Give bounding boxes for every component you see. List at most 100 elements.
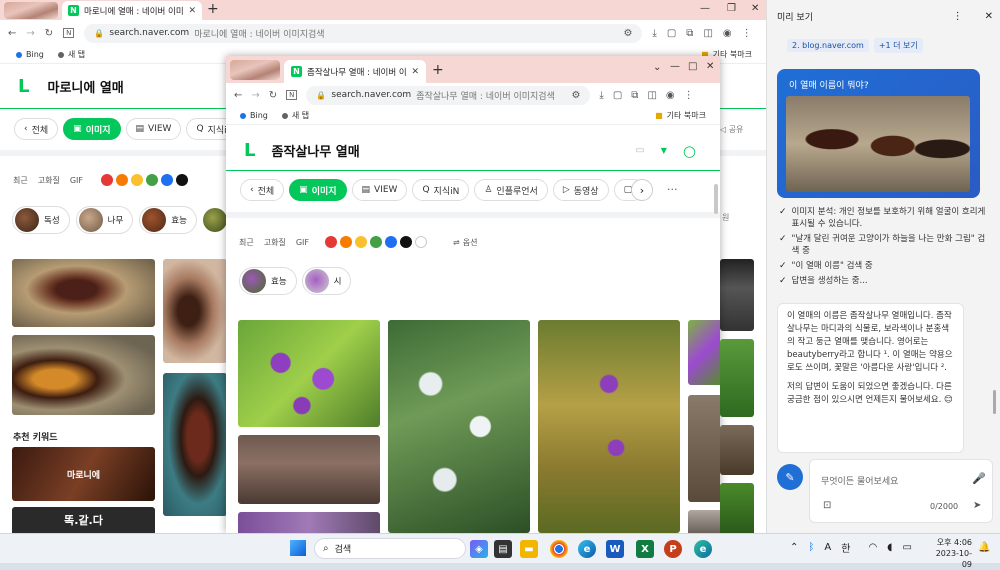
new-tab-icon[interactable]: + <box>432 62 444 78</box>
scrollbar[interactable] <box>714 184 718 214</box>
screenshot-icon[interactable]: ▢ <box>667 28 676 39</box>
filter-hq[interactable]: 고화질 <box>264 237 286 248</box>
file-explorer-icon[interactable]: ▬ <box>520 540 538 558</box>
tab-influencer[interactable]: ♙ 인플루언서 <box>474 179 548 201</box>
next-arrow-icon[interactable]: 원 <box>722 212 729 223</box>
bookmark-puzzle-icon[interactable]: ⚙ <box>623 28 632 39</box>
user-uploaded-image[interactable] <box>786 96 970 192</box>
split-view-icon[interactable]: ◫ <box>703 28 712 39</box>
result-image[interactable] <box>238 320 380 427</box>
bluetooth-icon[interactable]: ᛒ <box>808 542 814 553</box>
result-image[interactable] <box>238 435 380 504</box>
tabs-next-icon[interactable]: › <box>631 179 653 201</box>
volume-icon[interactable]: ◖ <box>887 542 892 553</box>
clock[interactable]: 오후 4:06 2023-10-09 <box>930 537 972 570</box>
browser-tab[interactable]: N 좀작살나무 열매 : 네이버 이미지 ✕ <box>284 60 426 83</box>
excel-icon[interactable]: X <box>636 540 654 558</box>
more-dots-icon[interactable]: ··· <box>667 183 678 196</box>
menu-dots-icon[interactable]: ⋮ <box>684 90 694 101</box>
result-image[interactable] <box>238 512 380 533</box>
reload-icon[interactable]: ↻ <box>269 90 277 101</box>
tab-thumbnail[interactable] <box>4 2 58 19</box>
forward-arrow-icon[interactable]: → <box>251 90 259 101</box>
related-chip[interactable]: 효능 <box>239 267 297 295</box>
related-chip[interactable]: 효능 <box>139 206 197 234</box>
keyboard-icon[interactable]: ▭ <box>635 145 644 156</box>
result-image[interactable] <box>720 259 754 331</box>
dropdown-arrow-icon[interactable]: ▼ <box>661 146 667 155</box>
minimize-icon[interactable]: — <box>670 61 680 72</box>
result-image[interactable] <box>538 320 680 533</box>
result-image[interactable] <box>720 339 754 417</box>
source-link[interactable]: 2. blog.naver.com <box>787 39 869 52</box>
naver-n-icon[interactable]: N <box>286 90 298 100</box>
naver-n-icon[interactable]: N <box>63 28 75 38</box>
swatch-red[interactable] <box>325 236 337 248</box>
bookmark-new-tab[interactable]: 새 탭 <box>57 49 85 60</box>
windows-start-icon[interactable] <box>290 540 306 556</box>
result-image[interactable] <box>163 259 227 363</box>
bookmark-folder[interactable]: ■ 기타 북마크 <box>655 110 706 121</box>
related-thumb[interactable] <box>202 208 227 232</box>
copilot-app-icon[interactable]: ◈ <box>470 540 488 558</box>
swatch-black[interactable] <box>400 236 412 248</box>
battery-icon[interactable]: ▭ <box>902 542 911 553</box>
chat-input-box[interactable]: 무엇이든 물어보세요 🎤 ⊡ 0/2000 ➤ <box>809 459 993 523</box>
swatch-yellow[interactable] <box>131 174 143 186</box>
close-window-icon[interactable]: ✕ <box>706 61 714 72</box>
tab-video[interactable]: ▷ 동영상 <box>552 179 609 201</box>
extensions-icon[interactable]: ⧉ <box>686 28 693 39</box>
tab-all[interactable]: ‹ 전체 <box>14 118 59 140</box>
back-arrow-icon[interactable]: ← <box>234 90 242 101</box>
chevron-down-icon[interactable]: ⌄ <box>653 62 661 73</box>
keyword-card[interactable]: 똑.같.다 <box>12 507 155 533</box>
filter-gif[interactable]: GIF <box>70 176 83 185</box>
edge-icon[interactable]: e <box>578 540 596 558</box>
tab-thumbnail[interactable] <box>230 60 280 80</box>
swatch-orange[interactable] <box>116 174 128 186</box>
swatch-green[interactable] <box>370 236 382 248</box>
tab-all[interactable]: ‹ 전체 <box>240 179 285 201</box>
swatch-blue[interactable] <box>385 236 397 248</box>
filter-hq[interactable]: 고화질 <box>38 175 60 186</box>
taskbar-search[interactable]: ⌕ 검색 <box>314 538 466 559</box>
image-upload-icon[interactable]: ⊡ <box>823 500 831 511</box>
wifi-icon[interactable]: ◠ <box>868 542 877 553</box>
bookmark-puzzle-icon[interactable]: ⚙ <box>571 90 580 101</box>
result-image[interactable] <box>720 425 754 475</box>
profile-icon[interactable]: ◉ <box>723 28 732 39</box>
naver-logo-icon[interactable]: L <box>18 76 29 97</box>
browser-tab[interactable]: N 마로니에 열매 : 네이버 이미지검 ✕ <box>62 1 202 20</box>
related-chip[interactable]: 독성 <box>12 206 70 234</box>
close-tab-icon[interactable]: ✕ <box>411 67 419 77</box>
chevron-up-icon[interactable]: ⌃ <box>790 542 798 553</box>
result-image[interactable] <box>688 320 720 385</box>
url-field[interactable]: 🔒 search.naver.com 마로니에 열매 : 네이버 이미지검색 ⚙ <box>84 23 643 43</box>
microphone-icon[interactable]: 🎤 <box>972 472 986 485</box>
back-arrow-icon[interactable]: ← <box>8 28 16 39</box>
swatch-red[interactable] <box>101 174 113 186</box>
close-window-icon[interactable]: ✕ <box>751 3 759 14</box>
font-icon[interactable]: A <box>824 542 831 553</box>
chat-input[interactable]: 무엇이든 물어보세요 <box>821 474 898 487</box>
tab-view[interactable]: ▤ VIEW <box>351 179 408 201</box>
split-view-icon[interactable]: ◫ <box>647 90 656 101</box>
close-icon[interactable]: ✕ <box>985 11 993 22</box>
tab-images[interactable]: ▣ 이미지 <box>289 179 347 201</box>
result-image[interactable] <box>388 320 530 533</box>
more-options-icon[interactable]: ⋮ <box>953 11 963 22</box>
result-image[interactable] <box>720 483 754 533</box>
bookmark-bing[interactable]: Bing <box>240 111 268 120</box>
swatch-white[interactable] <box>415 236 427 248</box>
ime-indicator[interactable]: 한 <box>841 540 850 555</box>
tab-view[interactable]: ▤ VIEW <box>125 118 182 140</box>
download-icon[interactable]: ⤓ <box>599 90 603 101</box>
search-query[interactable]: 마로니에 열매 <box>47 77 123 96</box>
tab-images[interactable]: ▣ 이미지 <box>63 118 121 140</box>
related-chip[interactable]: 시 <box>301 267 352 295</box>
download-icon[interactable]: ⤓ <box>652 28 656 39</box>
menu-dots-icon[interactable]: ⋮ <box>742 28 752 39</box>
swatch-black[interactable] <box>176 174 188 186</box>
forward-arrow-icon[interactable]: → <box>26 28 34 39</box>
search-icon[interactable]: ○ <box>683 142 696 160</box>
